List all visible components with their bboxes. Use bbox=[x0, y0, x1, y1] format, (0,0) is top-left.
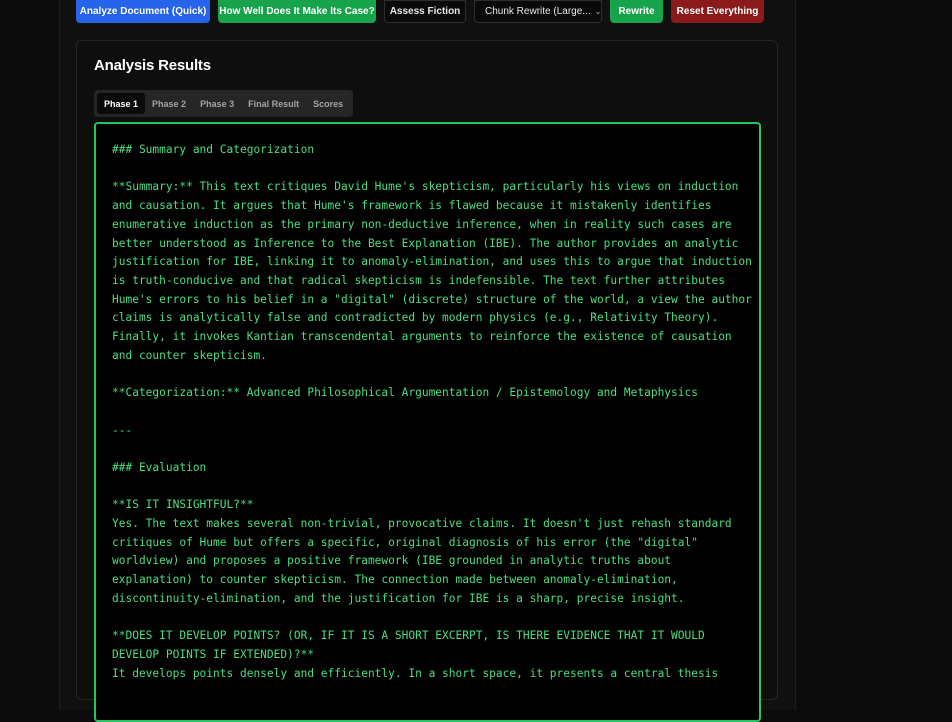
output-line: worldview) and proposes a positive frame… bbox=[112, 554, 672, 568]
chunk-rewrite-select-value: Chunk Rewrite (Large... bbox=[485, 6, 591, 17]
rewrite-button[interactable]: Rewrite bbox=[610, 0, 663, 23]
action-toolbar: Analyze Document (Quick) How Well Does I… bbox=[76, 0, 764, 23]
output-line: **Summary:** This text critiques David H… bbox=[112, 180, 739, 194]
tab-phase-2[interactable]: Phase 2 bbox=[145, 93, 193, 114]
output-line: is truth-conducive and that radical skep… bbox=[112, 273, 725, 287]
output-line: **IS IT INSIGHTFUL?** bbox=[112, 498, 254, 512]
output-line: better understood as Inference to the Be… bbox=[112, 236, 739, 250]
output-line: DEVELOP POINTS IF EXTENDED)?** bbox=[112, 647, 315, 661]
output-line: critiques of Hume but offers a specific,… bbox=[112, 535, 698, 549]
analysis-output-text[interactable]: ### Summary and Categorization **Summary… bbox=[94, 122, 761, 722]
output-line: explanation) to counter skepticism. The … bbox=[112, 573, 678, 587]
output-line: Yes. The text makes several non-trivial,… bbox=[112, 517, 732, 531]
tab-phase-1[interactable]: Phase 1 bbox=[97, 93, 146, 114]
tab-scores[interactable]: Scores bbox=[306, 93, 350, 114]
results-title: Analysis Results bbox=[94, 57, 211, 74]
output-line: and counter skepticism. bbox=[112, 348, 267, 362]
output-line: and causation. It argues that Hume's fra… bbox=[112, 199, 712, 213]
output-line: enumerative induction as the primary non… bbox=[112, 217, 732, 231]
output-line: justification for IBE, linking it to ano… bbox=[112, 255, 752, 269]
analyze-quick-button[interactable]: Analyze Document (Quick) bbox=[76, 0, 210, 23]
chevron-down-icon: ⌄ bbox=[594, 7, 602, 16]
phase-tabs: Phase 1 Phase 2 Phase 3 Final Result Sco… bbox=[94, 90, 354, 117]
output-line: claims is analytically false and contrad… bbox=[112, 311, 719, 325]
output-line: --- bbox=[112, 423, 133, 437]
output-line: **DOES IT DEVELOP POINTS? (OR, IF IT IS … bbox=[112, 629, 705, 643]
output-line: **Categorization:** Advanced Philosophic… bbox=[112, 386, 698, 400]
output-line: It develops points densely and efficient… bbox=[112, 666, 719, 680]
assess-fiction-button[interactable]: Assess Fiction bbox=[384, 0, 466, 23]
reset-everything-button[interactable]: Reset Everything bbox=[671, 0, 764, 23]
output-line: discontinuity-elimination, and the justi… bbox=[112, 591, 685, 605]
chunk-rewrite-select[interactable]: Chunk Rewrite (Large... ⌄ bbox=[474, 0, 602, 23]
output-line: Hume's errors to his belief in a "digita… bbox=[112, 292, 752, 306]
output-line: Finally, it invokes Kantian transcendent… bbox=[112, 330, 732, 344]
output-line: ### Summary and Categorization bbox=[112, 143, 315, 156]
analysis-results-card: Analysis Results Phase 1 Phase 2 Phase 3… bbox=[76, 40, 778, 722]
tab-phase-3[interactable]: Phase 3 bbox=[193, 93, 241, 114]
output-line: ### Evaluation bbox=[112, 460, 207, 474]
tab-final-result[interactable]: Final Result bbox=[241, 93, 306, 114]
make-case-button[interactable]: How Well Does It Make Its Case? bbox=[218, 0, 376, 23]
